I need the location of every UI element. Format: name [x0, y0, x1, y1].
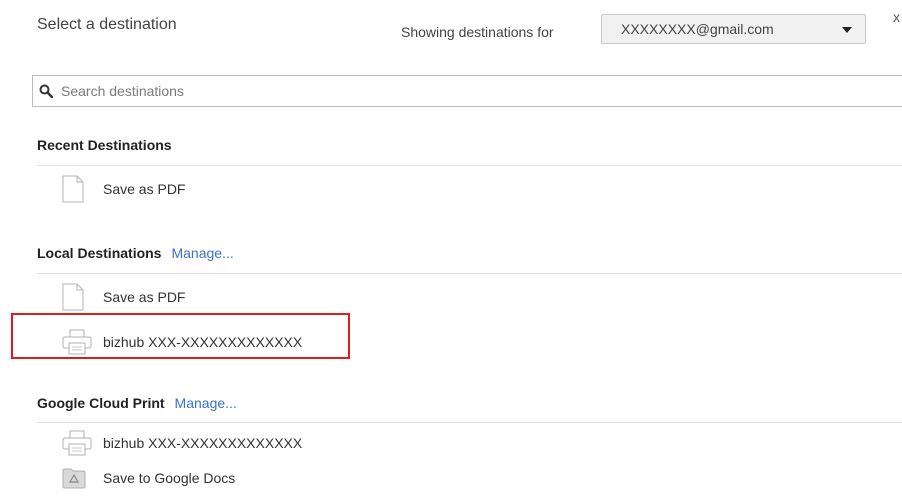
dialog-title: Select a destination	[37, 16, 177, 33]
chevron-down-icon	[842, 27, 852, 33]
close-icon[interactable]: x	[893, 9, 900, 25]
google-drive-icon	[62, 464, 92, 492]
section-divider	[37, 165, 902, 166]
search-input[interactable]	[61, 83, 861, 99]
section-header-cloud: Google Cloud Print Manage...	[37, 395, 237, 411]
destination-label: Save as PDF	[103, 181, 186, 197]
search-box[interactable]	[32, 75, 902, 107]
pdf-document-icon	[62, 283, 92, 311]
manage-cloud-link[interactable]: Manage...	[175, 395, 237, 411]
account-select-value: XXXXXXXX@gmail.com	[621, 21, 774, 37]
section-divider	[37, 422, 902, 423]
section-title-cloud: Google Cloud Print	[37, 395, 165, 411]
section-divider	[37, 273, 902, 274]
highlight-box	[11, 313, 350, 359]
destination-item-recent-pdf[interactable]: Save as PDF	[62, 175, 186, 203]
section-title-recent: Recent Destinations	[37, 137, 172, 153]
section-header-local: Local Destinations Manage...	[37, 245, 234, 261]
destination-item-local-pdf[interactable]: Save as PDF	[62, 283, 186, 311]
destination-label: Save to Google Docs	[103, 470, 236, 486]
showing-destinations-label: Showing destinations for	[401, 24, 554, 40]
destination-item-google-docs[interactable]: Save to Google Docs	[62, 465, 235, 491]
section-title-local: Local Destinations	[37, 245, 162, 261]
manage-local-link[interactable]: Manage...	[171, 245, 233, 261]
section-header-recent: Recent Destinations	[37, 137, 172, 153]
printer-icon	[62, 429, 92, 457]
destination-item-cloud-printer[interactable]: bizhub XXX-XXXXXXXXXXXXX	[62, 430, 302, 456]
search-icon	[39, 84, 53, 98]
pdf-document-icon	[62, 175, 92, 203]
account-select[interactable]: XXXXXXXX@gmail.com	[601, 14, 866, 44]
destination-label: bizhub XXX-XXXXXXXXXXXXX	[103, 435, 303, 451]
destination-label: Save as PDF	[103, 289, 186, 305]
